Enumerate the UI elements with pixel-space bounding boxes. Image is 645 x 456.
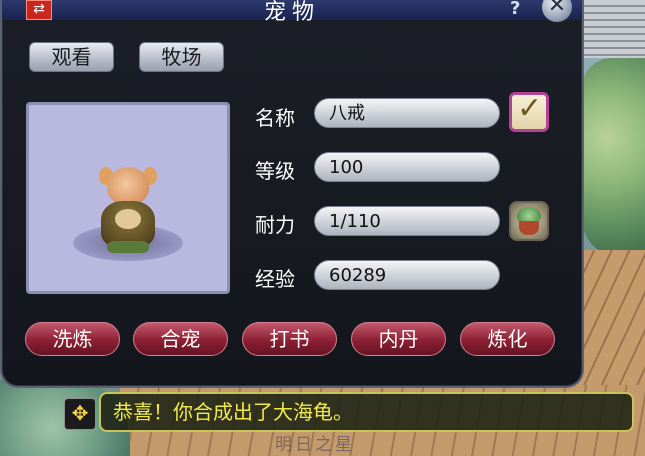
move-arrows-icon[interactable]: ✥ <box>64 398 96 430</box>
close-icon[interactable]: ✕ <box>542 0 572 22</box>
checkmark-icon: ✓ <box>517 91 543 126</box>
window-title: 宠物 <box>263 0 320 25</box>
scene-roof <box>575 0 645 58</box>
back-icon[interactable]: ⇄ <box>26 0 52 20</box>
notification-bar: 恭喜！你合成出了大海龟。 <box>99 392 634 432</box>
name-field[interactable]: 八戒 <box>314 98 500 128</box>
merge-pet-button[interactable]: 合宠 <box>133 322 228 356</box>
learn-skill-button[interactable]: 打书 <box>242 322 337 356</box>
name-label: 名称 <box>255 106 295 130</box>
inner-pill-button[interactable]: 内丹 <box>351 322 446 356</box>
level-label: 等级 <box>255 159 295 183</box>
smelt-button[interactable]: 炼化 <box>460 322 555 356</box>
refine-button[interactable]: 洗炼 <box>25 322 120 356</box>
stamina-label: 耐力 <box>255 213 295 237</box>
pet-head <box>107 167 149 205</box>
watch-button[interactable]: 观看 <box>29 42 114 72</box>
pot-icon <box>519 221 539 235</box>
window-titlebar[interactable]: ⇄ 宠物 ? ✕ <box>2 0 582 25</box>
scene-tree <box>582 58 645 258</box>
notification-text: 恭喜！你合成出了大海龟。 <box>113 400 353 424</box>
stamina-item-slot[interactable] <box>509 201 549 241</box>
stamina-field: 1/110 <box>314 206 500 236</box>
pet-belly <box>115 209 141 229</box>
ranch-button[interactable]: 牧场 <box>139 42 224 72</box>
exp-label: 经验 <box>255 267 295 291</box>
exp-field: 60289 <box>314 260 500 290</box>
pet-feet <box>107 241 149 253</box>
pet-window: ⇄ 宠物 ? ✕ 观看 牧场 名称 八戒 ✓ 等级 100 耐力 1/110 经… <box>0 0 584 388</box>
pet-portrait <box>26 102 230 294</box>
help-icon[interactable]: ? <box>510 0 520 19</box>
name-confirm-checkbox[interactable]: ✓ <box>509 91 549 132</box>
level-field: 100 <box>314 152 500 182</box>
scene-faint-text: 明日之星 <box>275 435 355 455</box>
